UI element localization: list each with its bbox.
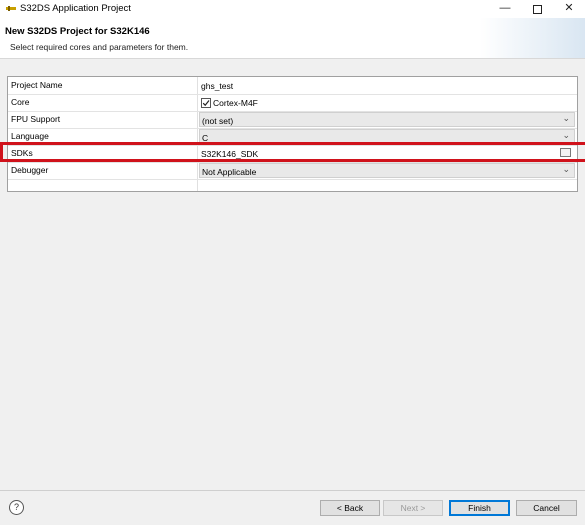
page-subtitle: Select required cores and parameters for…	[10, 42, 189, 52]
window-title: S32DS Application Project	[20, 3, 131, 14]
core-value: Cortex-M4F	[213, 98, 258, 108]
properties-table: Project Name ghs_test Core Cortex-M4F FP…	[7, 76, 578, 192]
core-checkbox[interactable]	[201, 98, 211, 108]
row-empty	[8, 179, 577, 196]
core-label: Core	[11, 97, 30, 107]
wizard-header: New S32DS Project for S32K146 Select req…	[0, 18, 585, 59]
fpu-support-value: (not set)	[202, 116, 234, 126]
sdk-highlight-left	[0, 142, 3, 162]
row-debugger: Debugger Not Applicable ⌄	[8, 162, 577, 180]
sdks-label: SDKs	[11, 148, 33, 158]
sdks-value: S32K146_SDK	[201, 149, 259, 159]
close-button[interactable]: ✕	[554, 0, 584, 18]
browse-icon[interactable]	[560, 148, 571, 157]
core-field[interactable]: Cortex-M4F	[199, 95, 575, 110]
minimize-button[interactable]: —	[490, 0, 520, 18]
cancel-button[interactable]: Cancel	[516, 500, 577, 516]
project-name-label: Project Name	[11, 80, 63, 90]
row-core: Core Cortex-M4F	[8, 94, 577, 112]
fpu-support-label: FPU Support	[11, 114, 61, 124]
debugger-label: Debugger	[11, 165, 49, 175]
maximize-icon	[532, 5, 542, 14]
help-icon[interactable]: ?	[9, 500, 24, 515]
s32ds-app-icon	[6, 6, 16, 11]
fpu-support-combo[interactable]: (not set) ⌄	[199, 112, 575, 127]
debugger-combo[interactable]: Not Applicable ⌄	[199, 163, 575, 178]
row-sdks: SDKs S32K146_SDK	[8, 145, 577, 163]
next-button[interactable]: Next >	[383, 500, 443, 516]
row-language: Language C ⌄	[8, 128, 577, 146]
button-bar-separator	[0, 490, 585, 491]
page-title: New S32DS Project for S32K146	[5, 26, 150, 37]
chevron-down-icon: ⌄	[562, 130, 570, 140]
chevron-down-icon: ⌄	[562, 164, 570, 174]
checkmark-icon	[202, 100, 210, 107]
debugger-value: Not Applicable	[202, 167, 257, 177]
row-fpu-support: FPU Support (not set) ⌄	[8, 111, 577, 129]
chevron-down-icon: ⌄	[562, 113, 570, 123]
back-button[interactable]: < Back	[320, 500, 380, 516]
language-combo[interactable]: C ⌄	[199, 129, 575, 144]
language-value: C	[202, 133, 209, 143]
title-bar: S32DS Application Project — ✕	[0, 0, 585, 18]
language-label: Language	[11, 131, 49, 141]
maximize-button[interactable]	[522, 0, 552, 18]
row-project-name: Project Name ghs_test	[8, 77, 577, 95]
sdks-field[interactable]: S32K146_SDK	[199, 146, 575, 161]
project-name-field[interactable]: ghs_test	[199, 78, 575, 93]
finish-button[interactable]: Finish	[449, 500, 510, 516]
